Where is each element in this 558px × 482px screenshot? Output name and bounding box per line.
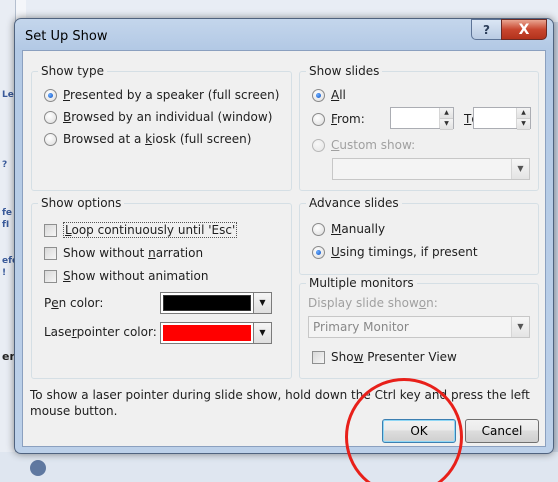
show-slides-group: Show slides All From: ▲ ▼ To: — [299, 64, 539, 191]
radio-custom-show[interactable]: Custom show: — [312, 138, 415, 152]
spin-down-icon[interactable]: ▼ — [440, 119, 453, 130]
to-slide-stepper[interactable]: ▲ ▼ — [473, 107, 531, 130]
advance-slides-group: Advance slides Manually Using timings, i… — [299, 196, 539, 275]
radio-button-selected[interactable] — [312, 245, 325, 259]
cancel-button[interactable]: Cancel — [465, 419, 539, 443]
radio-button-disabled[interactable] — [312, 138, 325, 152]
radio-browsed-by-individual[interactable]: Browsed by an individual (window) — [44, 110, 272, 124]
radio-label: Using timings, if present — [331, 245, 478, 259]
spin-up-icon[interactable]: ▲ — [440, 108, 453, 119]
set-up-show-dialog: Set Up Show ? X Show type Presented by a… — [14, 18, 554, 454]
radio-from-slides[interactable]: From: — [312, 112, 365, 126]
pen-color-picker[interactable]: ▼ — [160, 292, 272, 314]
checkbox-show-without-narration[interactable]: Show without narration — [44, 246, 203, 260]
laser-pointer-hint: To show a laser pointer during slide sho… — [30, 388, 530, 418]
title-bar[interactable]: Set Up Show ? X — [15, 19, 553, 51]
chevron-down-icon[interactable]: ▼ — [253, 293, 271, 313]
radio-label: Custom show: — [331, 138, 416, 152]
checkbox[interactable] — [44, 269, 57, 283]
radio-label: Browsed by an individual (window) — [63, 110, 273, 124]
background-text-fragment: Le — [2, 90, 14, 100]
radio-button[interactable] — [44, 132, 57, 146]
laser-pointer-color-label: Lase r pointer color: — [44, 325, 157, 339]
background-text-fragment: fe — [2, 208, 13, 218]
from-stepper-arrows[interactable]: ▲ ▼ — [439, 108, 453, 130]
from-slide-stepper[interactable]: ▲ ▼ — [390, 107, 454, 130]
radio-all-slides[interactable]: All — [312, 88, 346, 102]
radio-label: Browsed at a kiosk (full screen) — [63, 132, 252, 146]
background-bottom-area — [0, 452, 558, 482]
radio-browsed-at-kiosk[interactable]: Browsed at a kiosk (full screen) — [44, 132, 251, 146]
dialog-title: Set Up Show — [25, 29, 108, 44]
show-options-title: Show options — [38, 196, 125, 210]
chevron-down-icon[interactable]: ▼ — [511, 159, 529, 179]
radio-label: From: — [331, 112, 365, 126]
show-type-title: Show type — [38, 64, 107, 78]
radio-using-timings[interactable]: Using timings, if present — [312, 245, 478, 259]
radio-manually[interactable]: Manually — [312, 222, 385, 236]
checkbox-show-presenter-view[interactable]: Show Presenter View — [312, 350, 457, 364]
chevron-down-icon[interactable]: ▼ — [253, 323, 271, 343]
checkbox-label: Show Presenter View — [331, 350, 457, 364]
radio-button[interactable] — [312, 222, 325, 236]
radio-presented-by-speaker[interactable]: Presented by a speaker (full screen) — [44, 88, 279, 102]
background-text-fragment: ? — [2, 160, 8, 170]
title-bar-buttons: ? X — [471, 19, 547, 40]
to-stepper-arrows[interactable]: ▲ ▼ — [516, 108, 530, 130]
show-slides-title: Show slides — [306, 64, 383, 78]
chevron-down-icon[interactable]: ▼ — [511, 317, 529, 337]
checkbox-loop-continuously[interactable]: Loop continuously until 'Esc' — [44, 222, 238, 238]
dialog-body: Show type Presented by a speaker (full s… — [22, 50, 546, 447]
close-button[interactable]: X — [501, 19, 547, 40]
radio-label: All — [331, 88, 346, 102]
checkbox-label: Show without narration — [63, 246, 204, 260]
show-type-group: Show type Presented by a speaker (full s… — [31, 64, 292, 191]
radio-button-selected[interactable] — [312, 88, 325, 102]
radio-label: Presented by a speaker (full screen) — [63, 88, 280, 102]
radio-label: Manually — [331, 222, 386, 236]
background-text-fragment: fI — [2, 220, 10, 230]
display-monitor-dropdown[interactable]: Primary Monitor ▼ — [308, 316, 530, 338]
checkbox-label: Show without animation — [63, 269, 209, 283]
pen-color-swatch — [163, 295, 251, 311]
help-button[interactable]: ? — [471, 19, 501, 40]
checkbox-show-without-animation[interactable]: Show without animation — [44, 269, 208, 283]
display-monitor-value: Primary Monitor — [313, 320, 409, 334]
laser-pointer-color-picker[interactable]: ▼ — [160, 322, 272, 344]
close-icon: X — [518, 21, 530, 38]
show-options-group: Show options Loop continuously until 'Es… — [31, 196, 292, 379]
checkbox[interactable] — [44, 246, 57, 260]
radio-button[interactable] — [44, 110, 57, 124]
background-text-fragment: ! — [2, 268, 7, 278]
radio-button-selected[interactable] — [44, 88, 57, 102]
multiple-monitors-title: Multiple monitors — [306, 276, 417, 290]
radio-button[interactable] — [312, 112, 325, 126]
background-thumbnail-icon — [30, 460, 46, 476]
custom-show-dropdown[interactable]: ▼ — [332, 158, 530, 180]
checkbox[interactable] — [44, 223, 57, 237]
multiple-monitors-group: Multiple monitors Display slide show o n:… — [299, 276, 539, 379]
checkbox[interactable] — [312, 350, 325, 364]
display-slide-show-label: Display slide show o n: — [308, 296, 438, 310]
checkbox-label: Loop continuously until 'Esc' — [63, 222, 238, 238]
spin-down-icon[interactable]: ▼ — [517, 119, 530, 130]
advance-slides-title: Advance slides — [306, 196, 402, 210]
laser-color-swatch — [163, 325, 251, 341]
spin-up-icon[interactable]: ▲ — [517, 108, 530, 119]
pen-color-label: Pen color: — [44, 296, 104, 310]
